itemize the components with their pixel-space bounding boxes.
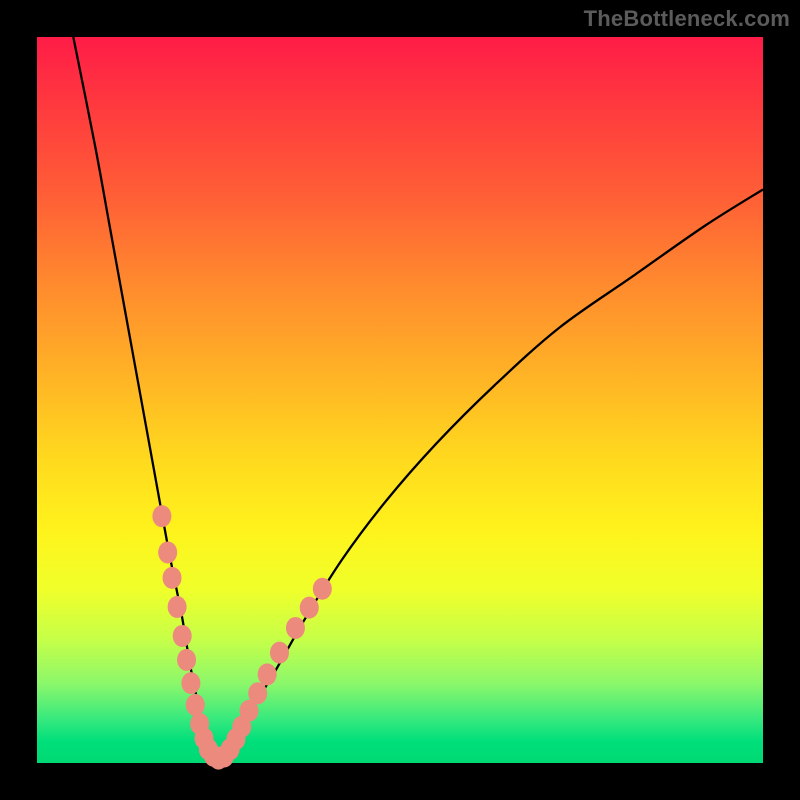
sample-dot [163, 567, 182, 589]
sample-dot [286, 617, 305, 639]
chart-frame: TheBottleneck.com [0, 0, 800, 800]
sample-dot [173, 625, 192, 647]
sample-dot [313, 578, 332, 600]
sample-dot [258, 663, 277, 685]
sample-dot [270, 642, 289, 664]
sample-dot [181, 672, 200, 694]
sample-dot [300, 597, 319, 619]
watermark-text: TheBottleneck.com [584, 6, 790, 32]
plot-area [37, 37, 763, 763]
sample-dot [248, 682, 267, 704]
sample-dots-group [152, 505, 331, 769]
sample-dot [152, 505, 171, 527]
bottleneck-curve [73, 37, 763, 760]
sample-dot [186, 694, 205, 716]
sample-dot [168, 596, 187, 618]
sample-dot [177, 649, 196, 671]
sample-dot [158, 541, 177, 563]
curve-svg [37, 37, 763, 763]
